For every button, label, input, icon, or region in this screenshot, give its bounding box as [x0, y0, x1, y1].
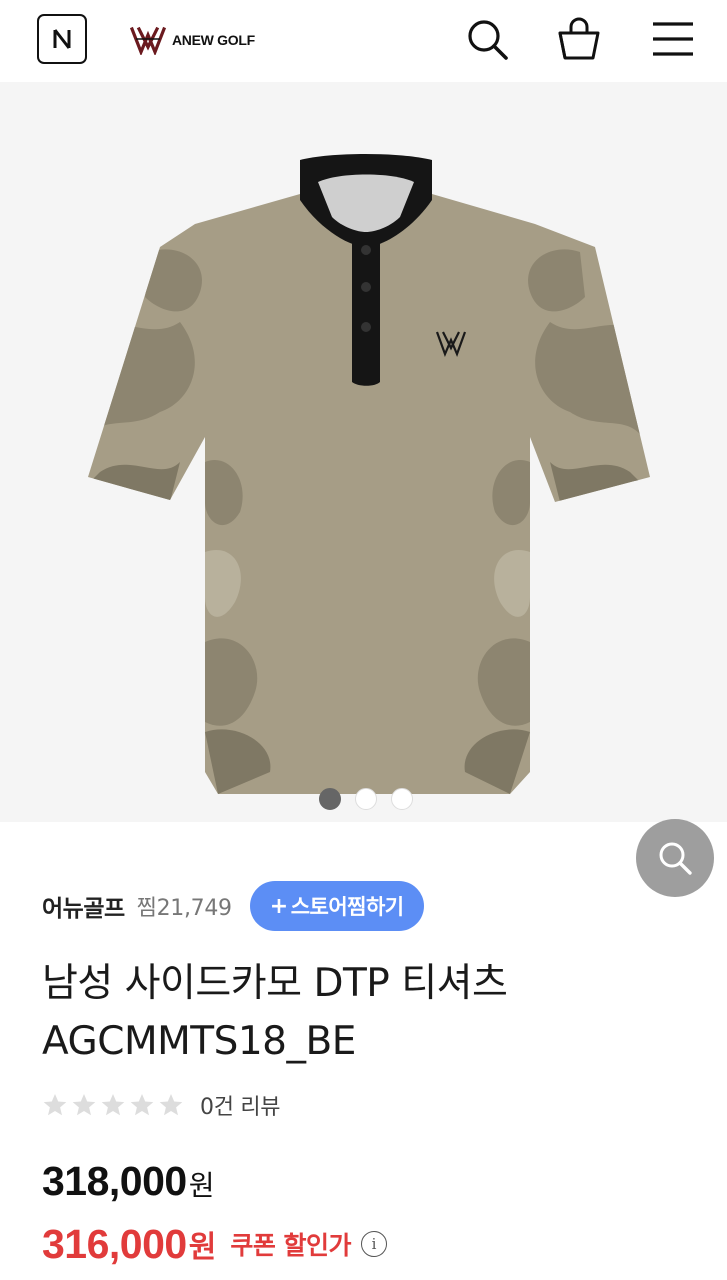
- star-rating: [42, 1092, 184, 1118]
- sale-price-unit: 원: [188, 1230, 217, 1265]
- gallery-pagination: [0, 788, 727, 810]
- store-favorite-label: 스토어찜하기: [290, 895, 404, 919]
- pagination-dot-1[interactable]: [318, 788, 341, 810]
- store-name[interactable]: 어뉴골프: [42, 889, 125, 923]
- zoom-button[interactable]: [636, 819, 714, 897]
- pagination-dot-2[interactable]: [354, 788, 377, 810]
- coupon-price-label: 쿠폰 할인가: [230, 1231, 352, 1260]
- brand-logo[interactable]: ANEW GOLF: [130, 24, 255, 56]
- top-header: ANEW GOLF: [0, 0, 727, 82]
- original-price-value: 318,000: [42, 1158, 187, 1204]
- sale-price: 316,000 원 쿠폰 할인가 i: [42, 1218, 388, 1270]
- product-image: [88, 154, 650, 794]
- menu-icon[interactable]: [648, 14, 698, 64]
- original-price: 318,000 원: [42, 1158, 214, 1208]
- shopping-bag-icon[interactable]: [554, 14, 604, 64]
- star-icon: [159, 1094, 183, 1116]
- sale-price-value: 316,000: [42, 1220, 187, 1267]
- review-count[interactable]: 0건 리뷰: [200, 1089, 281, 1121]
- rating-row[interactable]: 0건 리뷰: [42, 1086, 281, 1124]
- brand-name: ANEW GOLF: [172, 32, 255, 48]
- plus-icon: +: [269, 893, 288, 919]
- star-icon: [72, 1094, 96, 1116]
- original-price-unit: 원: [188, 1169, 215, 1202]
- store-zzim-count: 찜21,749: [136, 896, 232, 921]
- star-icon: [130, 1094, 154, 1116]
- anew-logo-icon: [130, 26, 166, 55]
- naver-n-icon[interactable]: [37, 14, 87, 64]
- store-favorite-button[interactable]: + 스토어찜하기: [249, 881, 424, 931]
- star-icon: [43, 1094, 67, 1116]
- store-info: 어뉴골프 찜21,749 + 스토어찜하기: [42, 880, 424, 932]
- search-icon[interactable]: [462, 14, 512, 64]
- pagination-dot-3[interactable]: [390, 788, 413, 810]
- zoom-icon: [659, 842, 692, 875]
- product-title: 남성 사이드카모 DTP 티셔츠 AGCMMTS18_BE: [42, 961, 508, 1064]
- info-icon[interactable]: i: [361, 1231, 388, 1257]
- product-image-gallery[interactable]: [0, 82, 727, 897]
- star-icon: [101, 1094, 125, 1116]
